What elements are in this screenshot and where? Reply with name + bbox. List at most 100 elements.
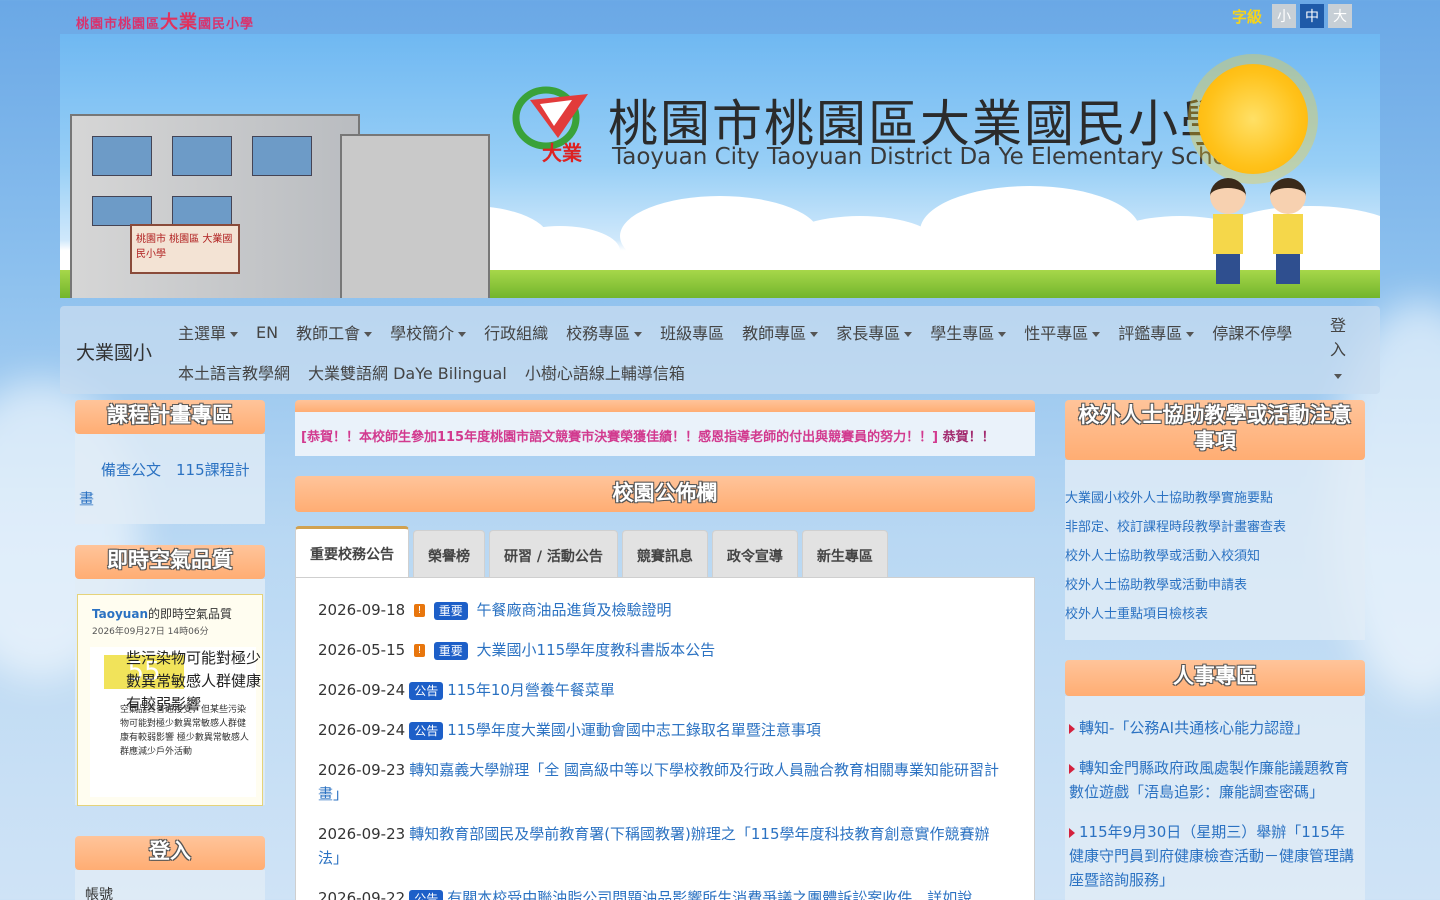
- nav-item-main-menu[interactable]: 主選單: [178, 320, 239, 344]
- nav-item-teachers[interactable]: 教師專區: [742, 320, 819, 344]
- marquee-text[interactable]: [恭賀！！本校師生參加115年度桃園市語文競賽市決賽榮獲佳績！！感恩指導老師的付…: [295, 412, 1035, 456]
- nav-item-native-language[interactable]: 本土語言教學網: [178, 360, 290, 384]
- account-label: 帳號: [85, 887, 113, 900]
- personnel-item[interactable]: 轉知-「公務AI共通核心能力認證」: [1069, 716, 1359, 740]
- nav-login-dropdown[interactable]: 登入: [1328, 314, 1348, 386]
- nav-item-en[interactable]: EN: [256, 323, 278, 342]
- bulletin-board-header: 校園公佈欄: [295, 476, 1035, 512]
- banner: 桃園市 桃園區 大業國民小學 大業 桃園市桃園區大業國民小學 Taoyuan C…: [60, 34, 1380, 298]
- list-item: 2026-05-15 ! 重要 大業國小115學年度教科書版本公告: [318, 641, 716, 660]
- tab-workshops[interactable]: 研習 / 活動公告: [489, 530, 618, 582]
- nav-item-evaluation[interactable]: 評鑑專區: [1118, 320, 1195, 344]
- outside-link[interactable]: 大業國小校外人士協助教學實施要點: [1065, 484, 1365, 513]
- outside-assistance-title: 校外人士協助教學或活動注意事項: [1065, 400, 1365, 460]
- alert-icon: !: [413, 604, 425, 617]
- school-building-illustration: 桃園市 桃園區 大業國民小學: [60, 74, 540, 298]
- news-link[interactable]: 午餐廠商油品進貨及檢驗證明: [477, 601, 672, 619]
- chevron-down-icon: [810, 332, 819, 337]
- nav-item-administration[interactable]: 行政組織: [484, 320, 548, 344]
- course-plan-title: 課程計畫專區: [75, 400, 265, 434]
- nav-item-bilingual[interactable]: 大業雙語網 DaYe Bilingual: [308, 360, 507, 384]
- personnel-panel: 人事專區 轉知-「公務AI共通核心能力認證」 轉知金門縣政府政風處製作廉能議題教…: [1065, 660, 1365, 900]
- kid-illustration: [1210, 178, 1246, 288]
- news-link[interactable]: 轉知嘉義大學辦理「全 國高級中等以下學校教師及行政人員融合教育相關專業知能研習計…: [318, 761, 999, 803]
- site-logo-text: 國民小學: [198, 17, 255, 32]
- font-size-large-button[interactable]: 大: [1328, 4, 1352, 28]
- list-item: 2026-09-24 公告 115學年度大業國小運動會國中志工錄取名單暨注意事項: [318, 721, 821, 740]
- school-logo-icon: 大業: [512, 86, 588, 164]
- outside-assistance-panel: 校外人士協助教學或活動注意事項 大業國小校外人士協助教學實施要點 非部定、校訂課…: [1065, 400, 1365, 640]
- outside-link[interactable]: 非部定、校訂課程時段教學計畫審查表: [1065, 513, 1365, 542]
- tab-new-students[interactable]: 新生專區: [801, 530, 888, 582]
- air-quality-city: Taoyuan: [92, 607, 148, 621]
- bulletin-tabs: 重要校務公告 榮譽榜 研習 / 活動公告 競賽訊息 政令宣導 新生專區: [295, 526, 1035, 582]
- news-list: 2026-09-18 ! 重要 午餐廠商油品進貨及檢驗證明 2026-05-15…: [295, 577, 1035, 900]
- arrow-right-icon: [1069, 827, 1075, 838]
- nav-item-school-affairs[interactable]: 校務專區: [566, 320, 643, 344]
- outside-link[interactable]: 校外人士協助教學或活動入校須知: [1065, 542, 1365, 571]
- nav-item-remote-learning[interactable]: 停課不停學: [1212, 320, 1292, 344]
- nav-item-gender-equality[interactable]: 性平專區: [1024, 320, 1101, 344]
- chevron-down-icon: [1092, 332, 1101, 337]
- outside-link[interactable]: 校外人士重點項目檢核表: [1065, 600, 1365, 629]
- list-item: 2026-09-23 轉知教育部國民及學前教育署(下稱國教署)辦理之「115學年度…: [318, 825, 990, 867]
- tab-competitions[interactable]: 競賽訊息: [621, 530, 708, 582]
- air-quality-date: 2026年09月27日 14時06分: [92, 627, 209, 637]
- news-link[interactable]: 大業國小115學年度教科書版本公告: [477, 641, 716, 659]
- status-badge: 重要: [433, 601, 468, 620]
- chevron-down-icon: [364, 332, 373, 337]
- list-item: 2026-09-23 轉知嘉義大學辦理「全 國高級中等以下學校教師及行政人員融合教…: [318, 761, 999, 803]
- announcement-marquee: [恭賀！！本校師生參加115年度桃園市語文競賽市決賽榮獲佳績！！感恩指導老師的付…: [295, 400, 1035, 456]
- news-link[interactable]: 115學年度大業國小運動會國中志工錄取名單暨注意事項: [447, 721, 821, 739]
- top-bar: 桃園市桃園區大業國民小學 字級 小 中 大: [0, 0, 1440, 34]
- list-item: 2026-09-18 ! 重要 午餐廠商油品進貨及檢驗證明: [318, 601, 672, 620]
- tab-honors[interactable]: 榮譽榜: [413, 530, 485, 582]
- arrow-right-icon: [1069, 723, 1075, 734]
- nav-item-school-intro[interactable]: 學校簡介: [390, 320, 467, 344]
- login-panel: 登入 帳號: [75, 836, 265, 900]
- school-title-en: Taoyuan City Taoyuan District Da Ye Elem…: [612, 144, 1248, 170]
- navbar-brand[interactable]: 大業國小: [76, 338, 152, 365]
- outside-link[interactable]: 校外人士協助教學或活動申請表: [1065, 571, 1365, 600]
- personnel-item[interactable]: 115年9月30日（星期三）舉辦「115年健康守門員到府健康檢查活動－健康管理講…: [1069, 820, 1359, 892]
- status-badge: 公告: [409, 889, 444, 900]
- status-badge: 重要: [433, 641, 468, 660]
- course-plan-link[interactable]: 備查公文 115課程計畫: [79, 461, 250, 508]
- font-size-small-button[interactable]: 小: [1272, 4, 1296, 28]
- main-navbar: 大業國小 主選單 EN 教師工會 學校簡介 行政組織 校務專區 班級專區 教師專…: [60, 306, 1380, 394]
- chevron-down-icon: [230, 332, 239, 337]
- list-item: 2026-09-24 公告 115年10月營養午餐菜單: [318, 681, 615, 700]
- sun-illustration: [1198, 64, 1308, 174]
- bulletin-board-title: 校園公佈欄: [295, 476, 1035, 512]
- news-link[interactable]: 115年10月營養午餐菜單: [447, 681, 615, 699]
- tab-policy[interactable]: 政令宣導: [711, 530, 798, 582]
- news-link[interactable]: 有關本校受中聯油脂公司問題油品影響所生消費爭議之團體訴訟案收件，詳如說: [447, 889, 972, 900]
- air-quality-detail: 空氣品質普通接受，但某些污染物可能對極少數異常敏感人群健康有較弱影響 極少數異常…: [120, 705, 249, 757]
- status-badge: 公告: [409, 721, 444, 740]
- chevron-down-icon: [904, 332, 913, 337]
- site-logo-text: 桃園市桃園區: [76, 17, 161, 32]
- site-logo[interactable]: 桃園市桃園區大業國民小學: [76, 8, 254, 34]
- tab-important[interactable]: 重要校務公告: [295, 526, 409, 578]
- air-quality-title: 即時空氣品質: [75, 545, 265, 579]
- alert-icon: !: [413, 644, 425, 657]
- news-link[interactable]: 轉知教育部國民及學前教育署(下稱國教署)辦理之「115學年度科技教育創意實作競賽…: [318, 825, 990, 867]
- arrow-right-icon: [1069, 763, 1075, 774]
- font-size-label: 字級: [1231, 7, 1262, 26]
- nav-item-students[interactable]: 學生專區: [930, 320, 1007, 344]
- chevron-down-icon: [1334, 374, 1342, 379]
- air-quality-widget[interactable]: Taoyuan的即時空氣品質 2026年09月27日 14時06分 55 些污染…: [77, 594, 263, 806]
- chevron-down-icon: [998, 332, 1007, 337]
- nav-item-parents[interactable]: 家長專區: [836, 320, 913, 344]
- air-quality-heading: Taoyuan的即時空氣品質: [92, 605, 248, 622]
- font-size-medium-button[interactable]: 中: [1300, 4, 1324, 28]
- nav-item-teachers-union[interactable]: 教師工會: [296, 320, 373, 344]
- nav-item-counseling-mailbox[interactable]: 小樹心語線上輔導信箱: [525, 360, 685, 384]
- list-item: 2026-09-22 公告 有關本校受中聯油脂公司問題油品影響所生消費爭議之團體訴訟…: [318, 886, 1012, 900]
- personnel-item[interactable]: 轉知金門縣政府政風處製作廉能議題教育數位遊戲「浯島追影：廉能調查密碼」: [1069, 756, 1359, 804]
- personnel-title: 人事專區: [1065, 660, 1365, 696]
- course-plan-panel: 課程計畫專區 備查公文 115課程計畫: [75, 400, 265, 524]
- nav-item-class[interactable]: 班級專區: [660, 320, 724, 344]
- login-title: 登入: [75, 836, 265, 870]
- chevron-down-icon: [634, 332, 643, 337]
